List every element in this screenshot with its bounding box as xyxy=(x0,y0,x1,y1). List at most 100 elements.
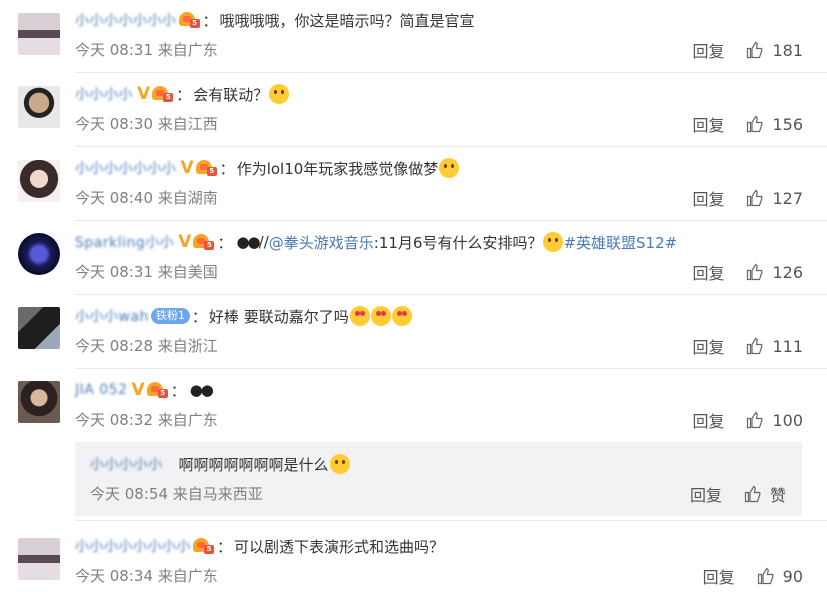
level-badge-icon: 5 xyxy=(146,381,169,399)
tongue-emoji-icon xyxy=(329,454,350,474)
reply-button[interactable]: 回复 xyxy=(692,408,724,432)
laughing-emoji-icon xyxy=(439,158,460,178)
like-count: 127 xyxy=(772,188,803,208)
avatar[interactable] xyxy=(18,160,60,202)
like-count: 156 xyxy=(772,114,803,134)
like-button[interactable]: 90 xyxy=(757,567,803,586)
reply-button[interactable]: 回复 xyxy=(692,38,724,62)
avatar[interactable] xyxy=(18,307,60,349)
vip-v-icon: V xyxy=(180,158,194,178)
avatar[interactable] xyxy=(18,13,60,55)
colon: ： xyxy=(217,233,233,252)
comment-meta: 今天 08:32 来自广东 xyxy=(75,409,218,431)
username[interactable]: 小小小小小小小 xyxy=(75,158,177,178)
like-label: 赞 xyxy=(769,486,786,505)
comment-text: :11月6号有什么安排吗？ xyxy=(373,233,543,252)
location: 来自广东 xyxy=(157,567,218,585)
vip-v-icon: V xyxy=(131,380,145,400)
colon: ： xyxy=(219,159,235,178)
location: 来自广东 xyxy=(157,411,218,429)
like-count: 90 xyxy=(782,566,803,586)
heart-eyes-emoji-icon xyxy=(370,306,391,326)
mention-link[interactable]: @拳头游戏音乐 xyxy=(269,232,374,253)
comment-text: 会有联动？ xyxy=(193,85,269,104)
username[interactable]: 小小小wah xyxy=(75,306,149,326)
vip-v-icon: V xyxy=(178,232,192,252)
vip-v-icon: V xyxy=(137,84,151,104)
level-badge-icon: 5 xyxy=(178,11,201,29)
divider xyxy=(75,520,827,521)
timestamp: 今天 08:32 xyxy=(75,411,153,429)
reply-button[interactable]: 回复 xyxy=(692,186,724,210)
avatar[interactable] xyxy=(18,86,60,128)
eyes-emoji-icon: ●● xyxy=(236,233,260,251)
timestamp: 今天 08:31 xyxy=(75,41,153,59)
reply-button[interactable]: 回复 xyxy=(703,564,735,588)
location: 来自浙江 xyxy=(157,337,218,355)
comment-text: 好棒 要联动嘉尔了吗 xyxy=(208,307,349,326)
comment-meta: 今天 08:30 来自江西 xyxy=(75,113,218,135)
like-button[interactable]: 赞 xyxy=(744,482,786,506)
like-button[interactable]: 127 xyxy=(746,189,803,208)
timestamp: 今天 08:40 xyxy=(75,189,153,207)
level-badge-icon: 5 xyxy=(193,233,215,251)
like-count: 181 xyxy=(772,40,803,60)
timestamp: 今天 08:30 xyxy=(75,115,153,133)
hashtag-link[interactable]: #英雄联盟S12# xyxy=(563,232,677,253)
avatar[interactable] xyxy=(18,233,60,275)
comment-text: 哦哦哦哦，你这是暗示吗？简直是官宣 xyxy=(219,11,475,30)
reply-button[interactable]: 回复 xyxy=(692,334,724,358)
comment-meta: 今天 08:34 来自广东 xyxy=(75,565,218,587)
thumbs-up-icon xyxy=(747,411,763,429)
location: 来自马来西亚 xyxy=(172,485,263,503)
avatar[interactable] xyxy=(18,538,60,580)
location: 来自广东 xyxy=(157,41,218,59)
eyes-emoji-icon: ●● xyxy=(189,381,214,399)
level-badge-icon: 5 xyxy=(193,537,215,555)
divider xyxy=(75,220,827,221)
colon: ： xyxy=(202,11,218,30)
heart-eyes-emoji-icon xyxy=(349,306,370,326)
like-button[interactable]: 111 xyxy=(746,337,803,356)
like-button[interactable]: 100 xyxy=(746,411,803,430)
reply-button[interactable]: 回复 xyxy=(692,260,724,284)
tongue-emoji-icon xyxy=(543,232,564,252)
crying-emoji-icon xyxy=(269,84,290,104)
thumbs-up-icon xyxy=(747,41,763,59)
thumbs-up-icon xyxy=(747,189,763,207)
like-count: 111 xyxy=(772,336,803,356)
like-count: 126 xyxy=(772,262,803,282)
colon: ： xyxy=(217,537,233,556)
colon: ： xyxy=(191,307,207,326)
thumbs-up-icon xyxy=(747,337,763,355)
reply-button[interactable]: 回复 xyxy=(692,112,724,136)
heart-eyes-emoji-icon xyxy=(391,306,412,326)
like-button[interactable]: 126 xyxy=(746,263,803,282)
timestamp: 今天 08:28 xyxy=(75,337,153,355)
thumbs-up-icon xyxy=(747,263,763,281)
level-badge-icon: 5 xyxy=(195,159,218,177)
timestamp: 今天 08:54 xyxy=(90,485,168,503)
username[interactable]: Sparkling小小 xyxy=(75,232,174,252)
username[interactable]: 小小小小 xyxy=(75,84,133,104)
divider xyxy=(75,146,827,147)
divider xyxy=(75,294,827,295)
comment-text: 作为lol10年玩家我感觉像做梦 xyxy=(236,159,439,178)
thumbs-up-icon xyxy=(744,485,761,503)
reply-meta: 今天 08:54 来自马来西亚 xyxy=(90,483,263,505)
like-button[interactable]: 156 xyxy=(746,115,803,134)
comment-meta: 今天 08:40 来自湖南 xyxy=(75,187,218,209)
reply-button[interactable]: 回复 xyxy=(690,482,722,506)
location: 来自江西 xyxy=(157,115,218,133)
username[interactable]: JIA 052 xyxy=(75,382,128,398)
username[interactable]: 小小小小小小小 xyxy=(75,10,177,30)
username[interactable]: 小小小小小小小小 xyxy=(75,536,191,556)
username[interactable]: 小小小小小 xyxy=(90,454,163,474)
like-button[interactable]: 181 xyxy=(746,41,803,60)
like-count: 100 xyxy=(772,410,803,430)
thumbs-up-icon xyxy=(747,115,763,133)
fan-level-badge: 铁粉1 xyxy=(150,308,190,324)
colon: ： xyxy=(170,381,186,400)
location: 来自美国 xyxy=(157,263,218,281)
avatar[interactable] xyxy=(18,381,60,423)
